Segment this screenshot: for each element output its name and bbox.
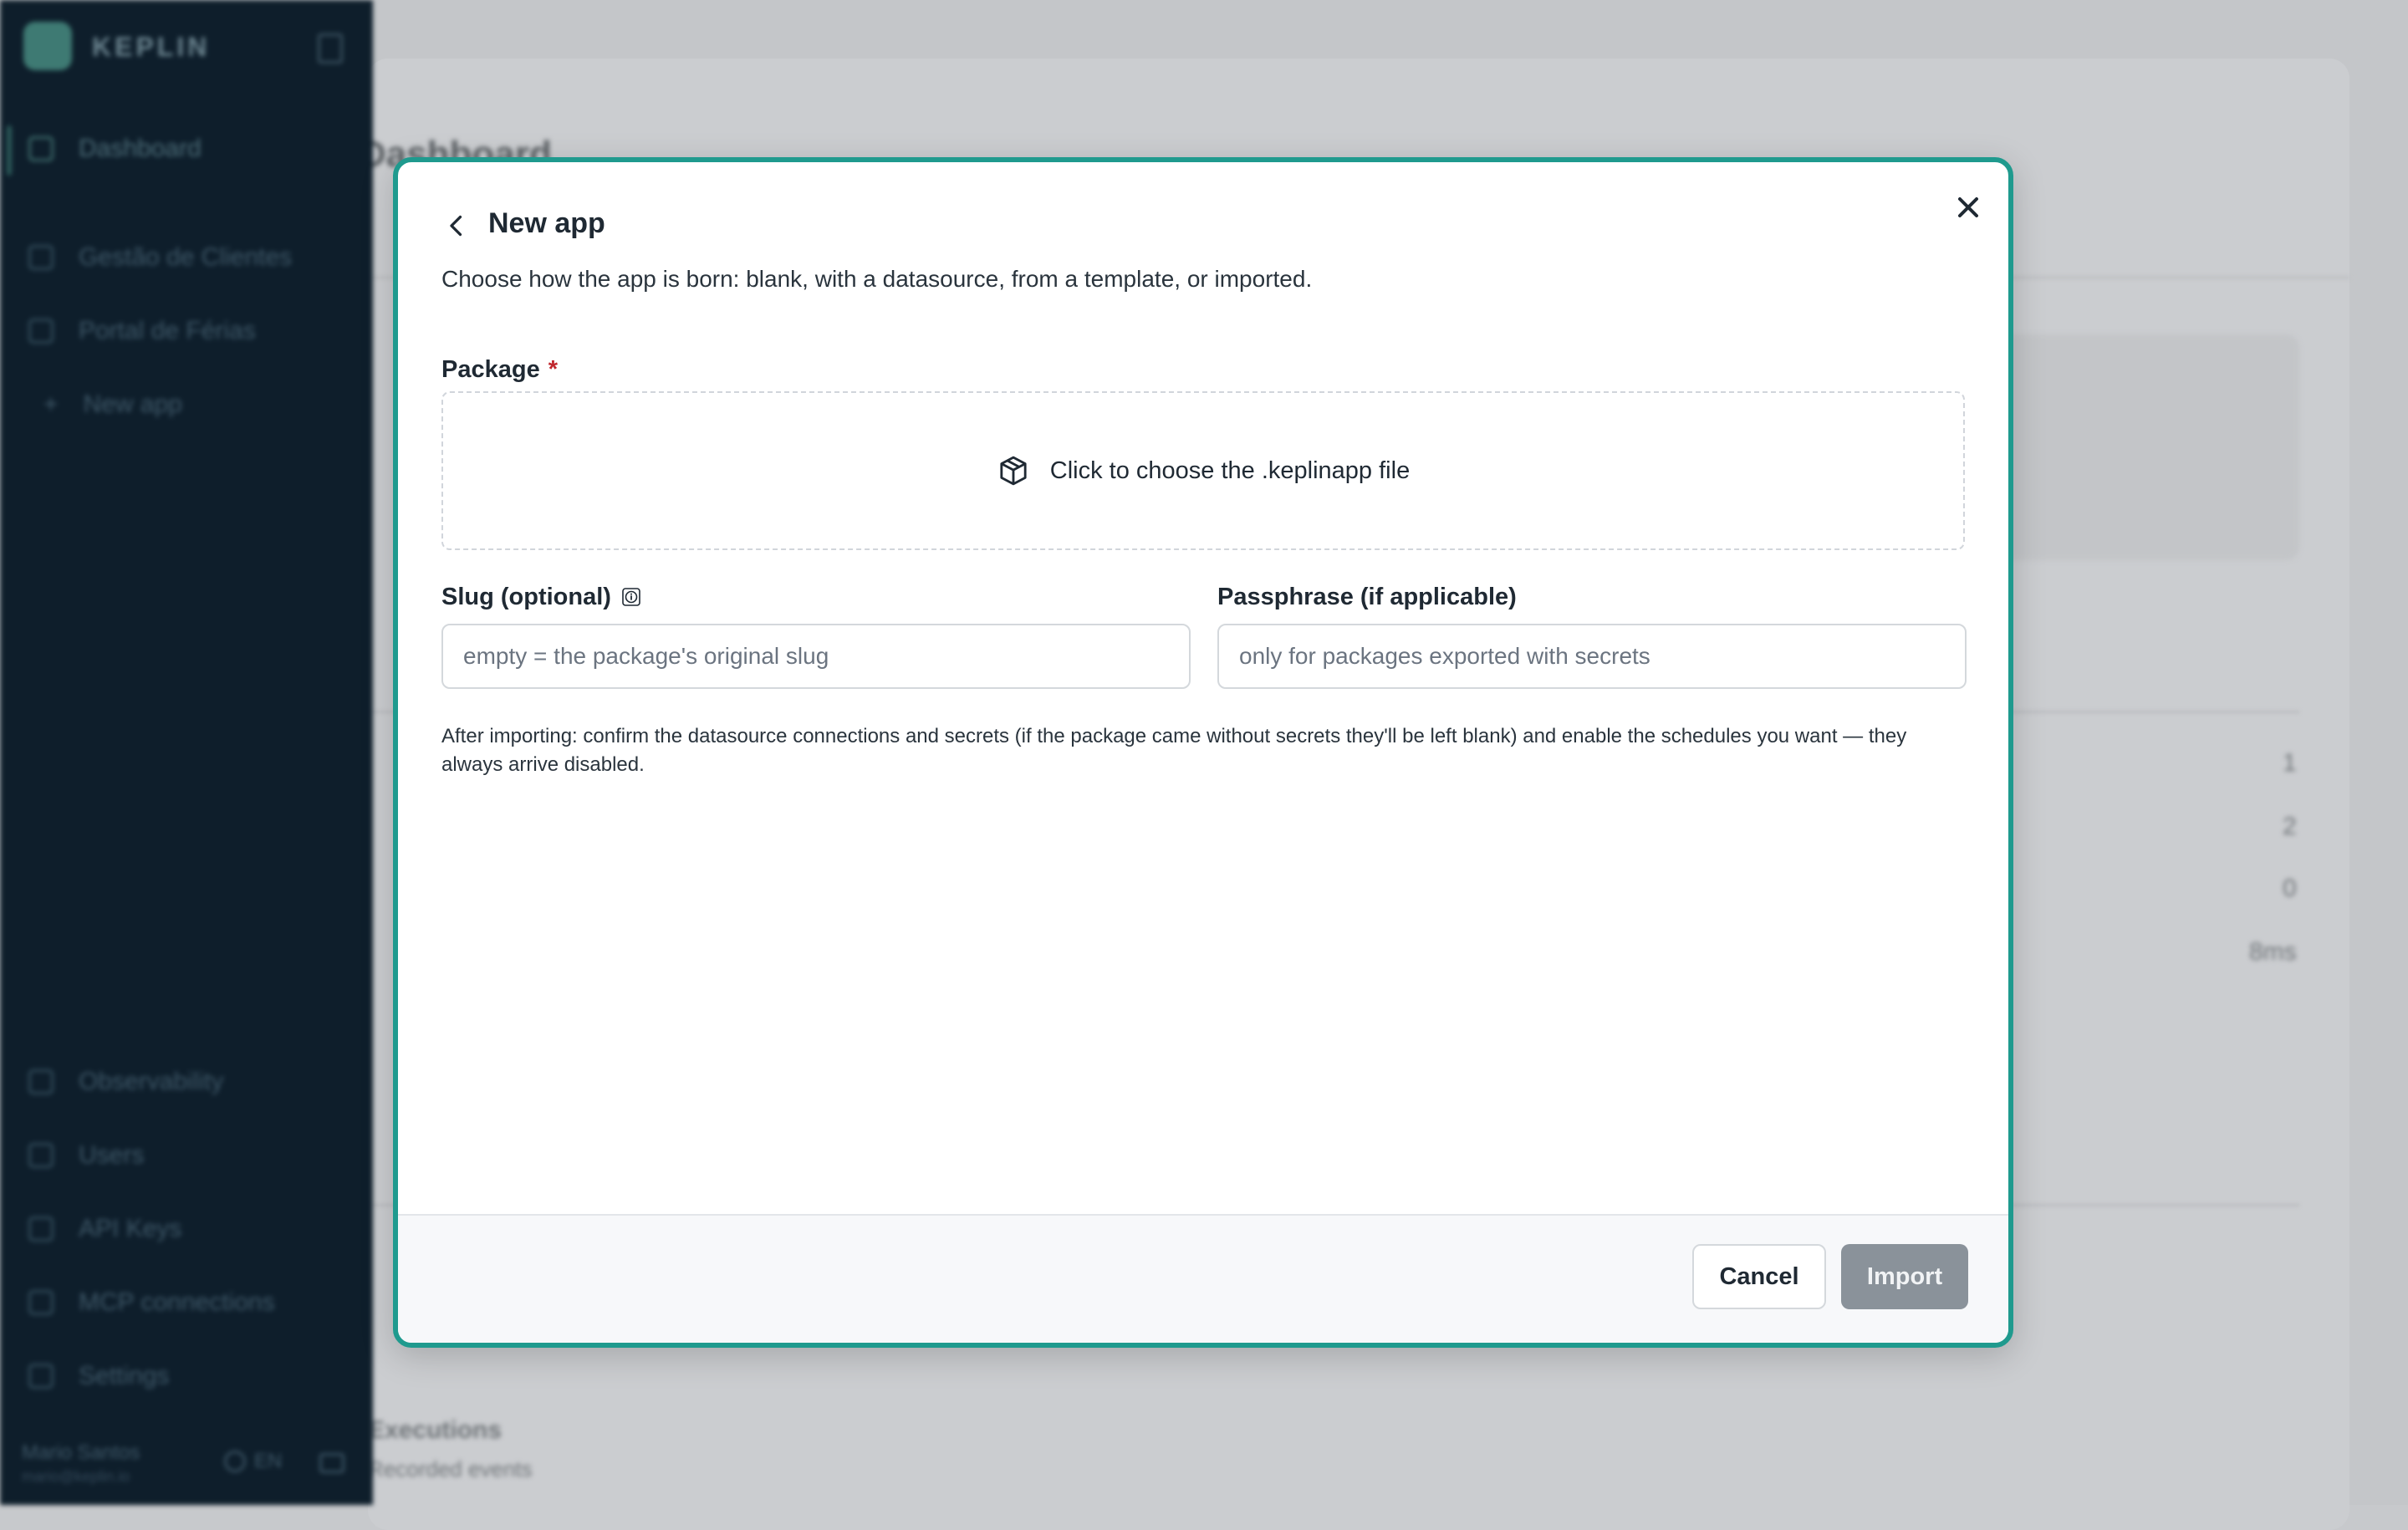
user-info[interactable]: Mario Santos mario@keplin.io (22, 1441, 140, 1488)
package-box-icon (1000, 456, 1027, 486)
sidebar-item-mcp[interactable]: MCP connections (28, 1284, 275, 1321)
dialog-footer: Cancel Import (398, 1214, 2008, 1343)
dialog-description: Choose how the app is born: blank, with … (441, 266, 1313, 292)
slug-input[interactable] (441, 624, 1191, 689)
user-name: Mario Santos (22, 1441, 140, 1464)
background-section-subtitle: Recorded events (368, 1456, 533, 1482)
cancel-button[interactable]: Cancel (1692, 1244, 1826, 1309)
sidebar-item-label: Gestão de Clientes (79, 243, 293, 271)
sidebar-item-app[interactable]: Portal de Férias (28, 313, 256, 349)
sidebar-item-label: Portal de Férias (79, 317, 256, 344)
package-label-text: Package (441, 356, 540, 383)
sidebar-item-dashboard[interactable]: Dashboard (28, 130, 202, 167)
language-switch[interactable]: EN (224, 1450, 282, 1473)
background-row-value: 0 (2283, 875, 2297, 902)
app-icon (28, 245, 54, 270)
sidebar-toggle-icon[interactable] (318, 33, 343, 64)
passphrase-input[interactable] (1217, 624, 1967, 689)
sidebar-item-app[interactable]: Gestão de Clientes (28, 239, 292, 276)
chart-icon (28, 1069, 54, 1094)
gear-icon (28, 1364, 54, 1389)
logout-icon[interactable] (319, 1453, 344, 1473)
sidebar-item-label: API Keys (79, 1215, 182, 1242)
required-mark: * (548, 356, 558, 383)
sidebar-item-label: Settings (79, 1362, 170, 1390)
sidebar: KEPLIN Dashboard Gestão de Clientes Port… (0, 0, 373, 1505)
globe-icon (224, 1451, 246, 1472)
import-button[interactable]: Import (1841, 1244, 1968, 1309)
dashboard-icon (28, 136, 54, 161)
background-row-value: 2 (2283, 813, 2297, 840)
sidebar-item-label: Dashboard (79, 135, 202, 162)
plus-icon: + (43, 390, 59, 418)
user-email: mario@keplin.io (22, 1468, 130, 1485)
slug-label-text: Slug (optional) (441, 584, 611, 610)
background-section-title: Executions (368, 1416, 503, 1444)
package-dropzone[interactable]: Click to choose the .keplinapp file (441, 391, 1965, 550)
back-chevron-icon[interactable] (441, 211, 472, 241)
plug-icon (28, 1290, 54, 1315)
dialog-title: New app (488, 207, 605, 239)
sidebar-item-label: Observability (79, 1068, 224, 1095)
key-icon (28, 1216, 54, 1242)
dropzone-text: Click to choose the .keplinapp file (1049, 456, 1411, 484)
import-note: After importing: confirm the datasource … (441, 725, 1907, 776)
sidebar-item-label: Users (79, 1141, 145, 1169)
slug-label: Slug (optional) (441, 584, 641, 611)
new-app-dialog: New app Choose how the app is born: blan… (393, 157, 2013, 1348)
users-icon (28, 1143, 54, 1168)
brand-name: KEPLIN (92, 32, 211, 62)
sidebar-item-label: MCP connections (79, 1288, 275, 1316)
language-label: EN (254, 1450, 283, 1472)
sidebar-item-settings[interactable]: Settings (28, 1358, 169, 1395)
app-icon (28, 319, 54, 344)
background-row-value: 8ms (2249, 938, 2297, 966)
passphrase-label: Passphrase (if applicable) (1217, 584, 1517, 610)
package-label: Package * (441, 356, 558, 384)
background-row-value: 1 (2283, 749, 2297, 777)
sidebar-item-label: New app (83, 390, 182, 418)
info-icon[interactable] (621, 587, 641, 607)
logo-icon (23, 22, 72, 70)
close-icon[interactable] (1951, 191, 1985, 224)
sidebar-item-api-keys[interactable]: API Keys (28, 1211, 181, 1247)
sidebar-item-observability[interactable]: Observability (28, 1063, 223, 1100)
sidebar-item-users[interactable]: Users (28, 1137, 144, 1174)
sidebar-item-new-app[interactable]: + New app (43, 386, 182, 423)
active-indicator (7, 125, 12, 176)
